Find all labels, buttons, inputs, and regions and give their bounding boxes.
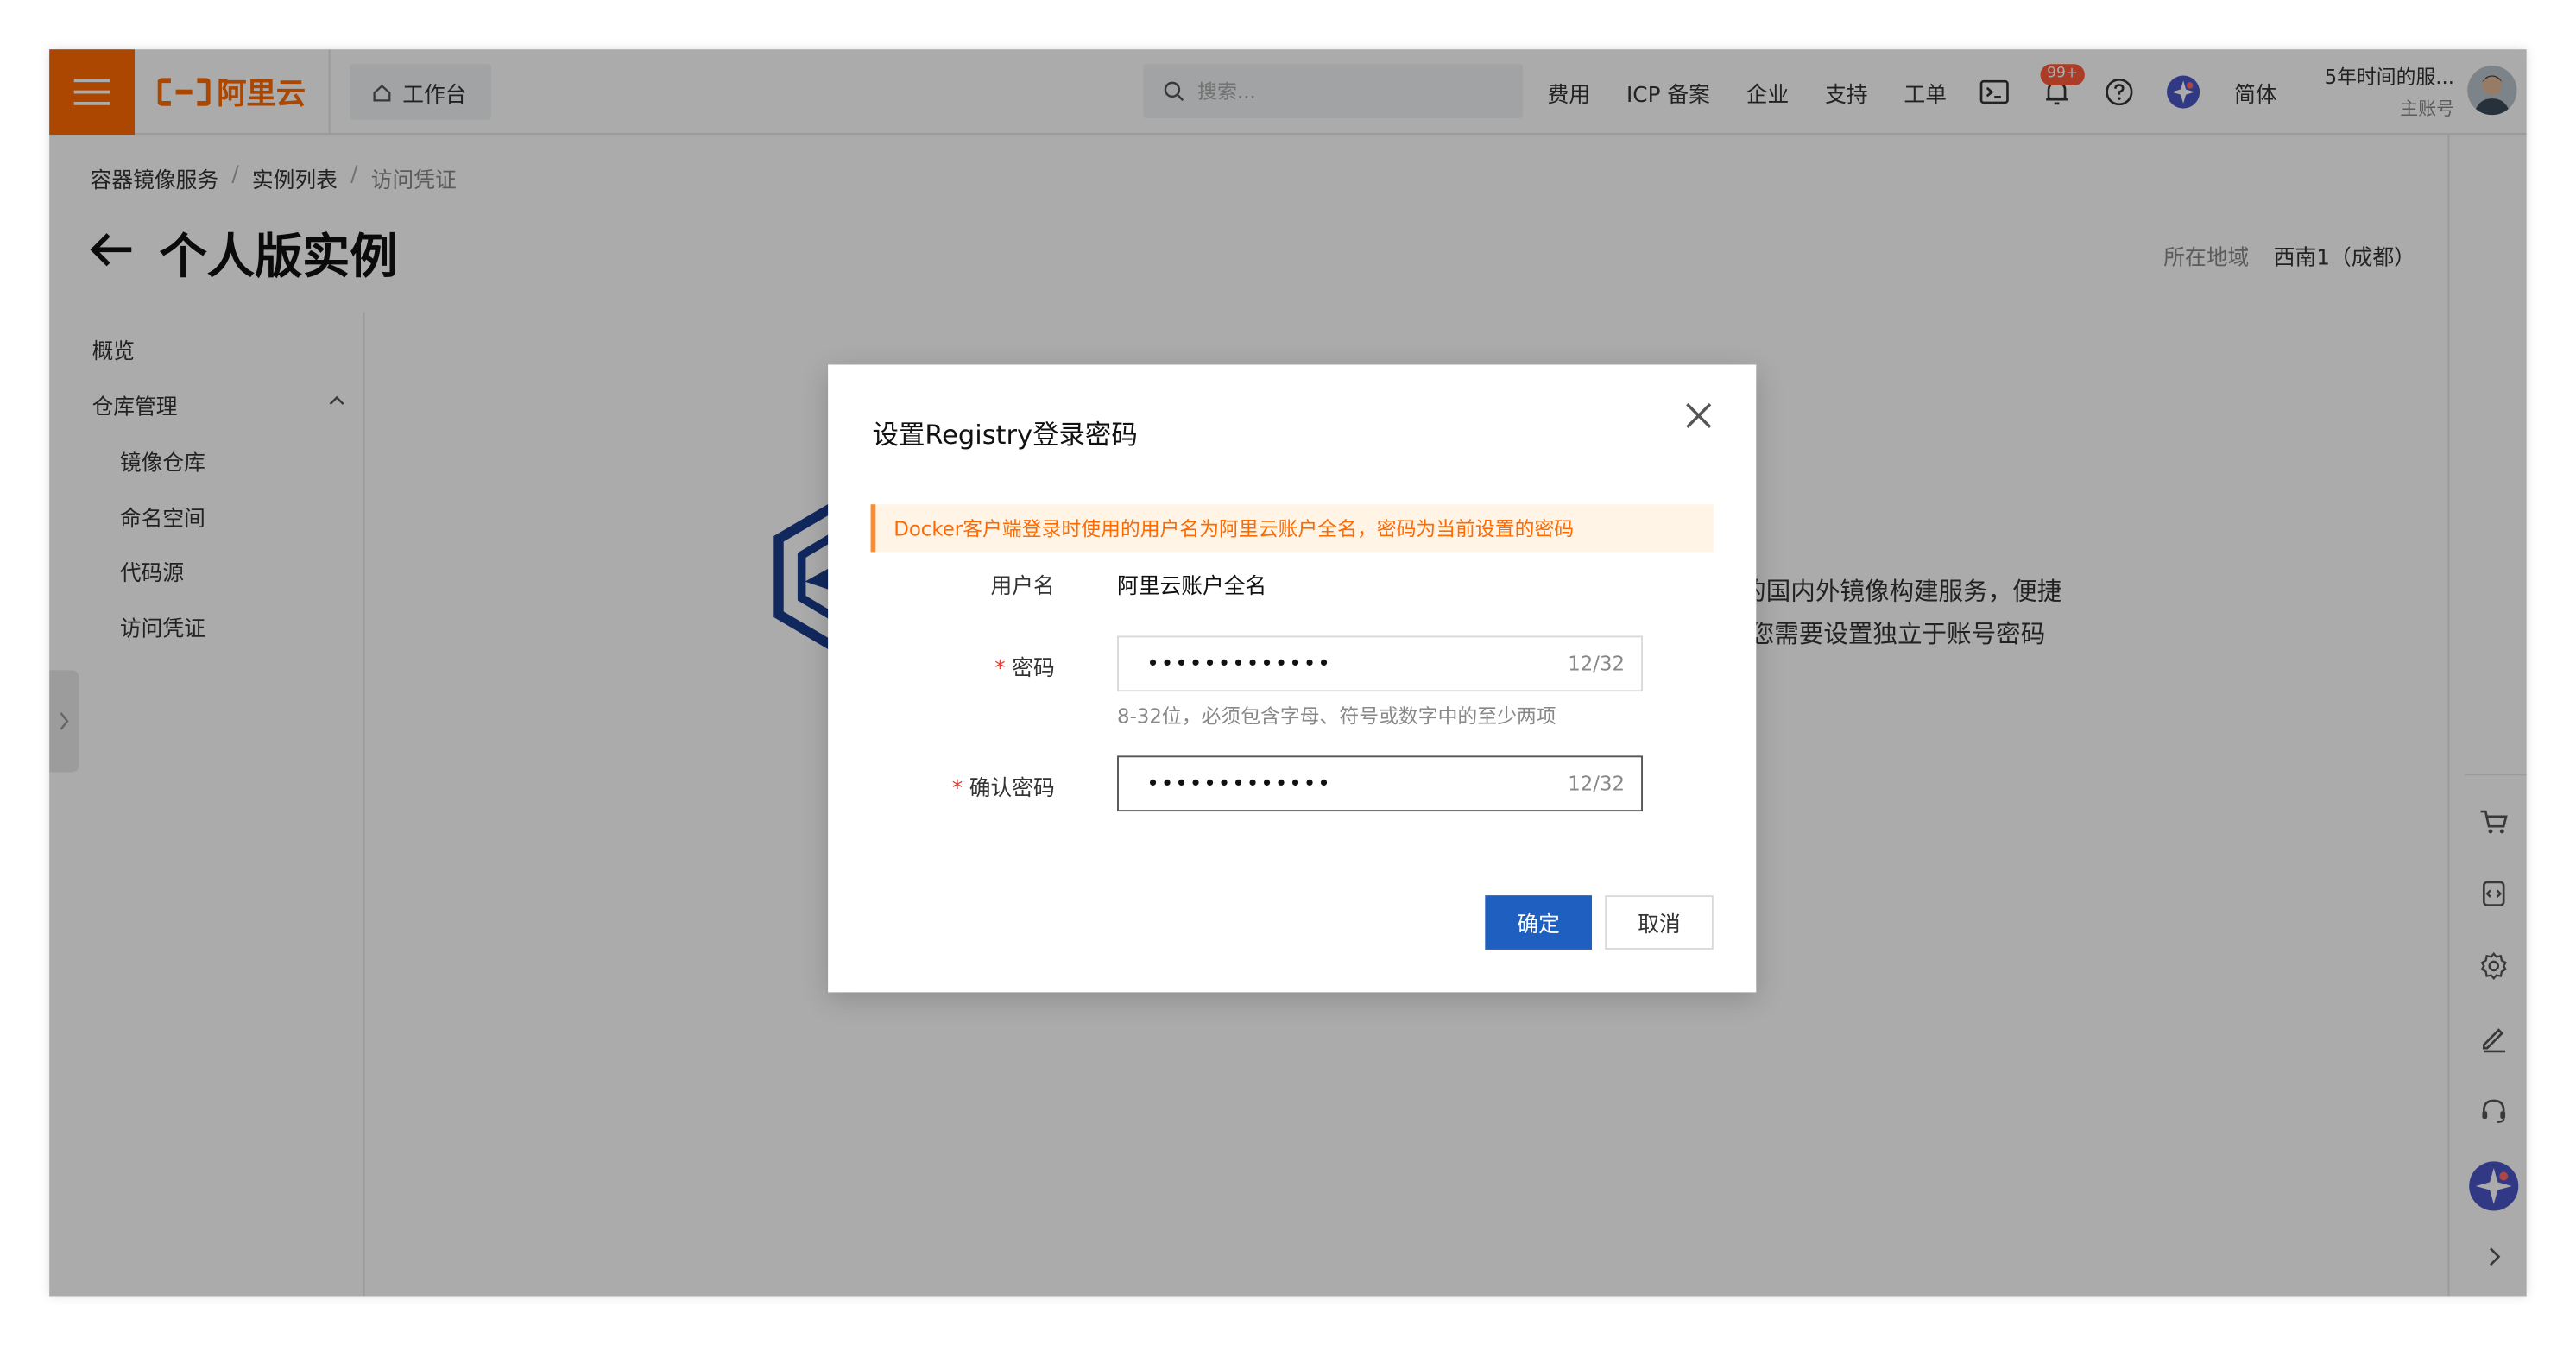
required-mark: * — [951, 777, 963, 802]
password-hint: 8-32位，必须包含字母、符号或数字中的至少两项 — [1117, 704, 1556, 729]
username-label: 用户名 — [990, 575, 1055, 600]
confirm-button[interactable]: 确定 — [1485, 895, 1593, 950]
password-label-text: 密码 — [1012, 657, 1055, 682]
confirm-password-input[interactable]: ••••••••••••• 12/32 — [1117, 755, 1643, 812]
dialog-close-button[interactable] — [1681, 398, 1717, 434]
confirm-char-count: 12/32 — [1568, 772, 1626, 796]
confirm-label-text: 确认密码 — [969, 777, 1055, 802]
close-icon — [1686, 402, 1712, 428]
console-window: 阿里云 工作台 搜索... 费用 ICP 备案 企业 支持 工单 99+ 简体 … — [49, 49, 2527, 1297]
password-masked-value: ••••••••••••• — [1146, 651, 1332, 677]
username-value: 阿里云账户全名 — [1117, 575, 1267, 600]
info-alert: Docker客户端登录时使用的用户名为阿里云账户全名，密码为当前设置的密码 — [870, 504, 1714, 553]
cancel-button[interactable]: 取消 — [1605, 895, 1714, 950]
set-registry-password-dialog: 设置Registry登录密码 Docker客户端登录时使用的用户名为阿里云账户全… — [828, 364, 1757, 993]
password-char-count: 12/32 — [1568, 652, 1626, 676]
confirm-password-label: * 确认密码 — [874, 771, 1055, 802]
password-label: * 密码 — [874, 651, 1054, 682]
alert-text: Docker客户端登录时使用的用户名为阿里云账户全名，密码为当前设置的密码 — [893, 517, 1575, 541]
password-input[interactable]: ••••••••••••• 12/32 — [1117, 635, 1643, 692]
dialog-title: 设置Registry登录密码 — [872, 419, 1138, 451]
confirm-masked-value: ••••••••••••• — [1146, 771, 1332, 797]
required-mark: * — [994, 657, 1006, 682]
